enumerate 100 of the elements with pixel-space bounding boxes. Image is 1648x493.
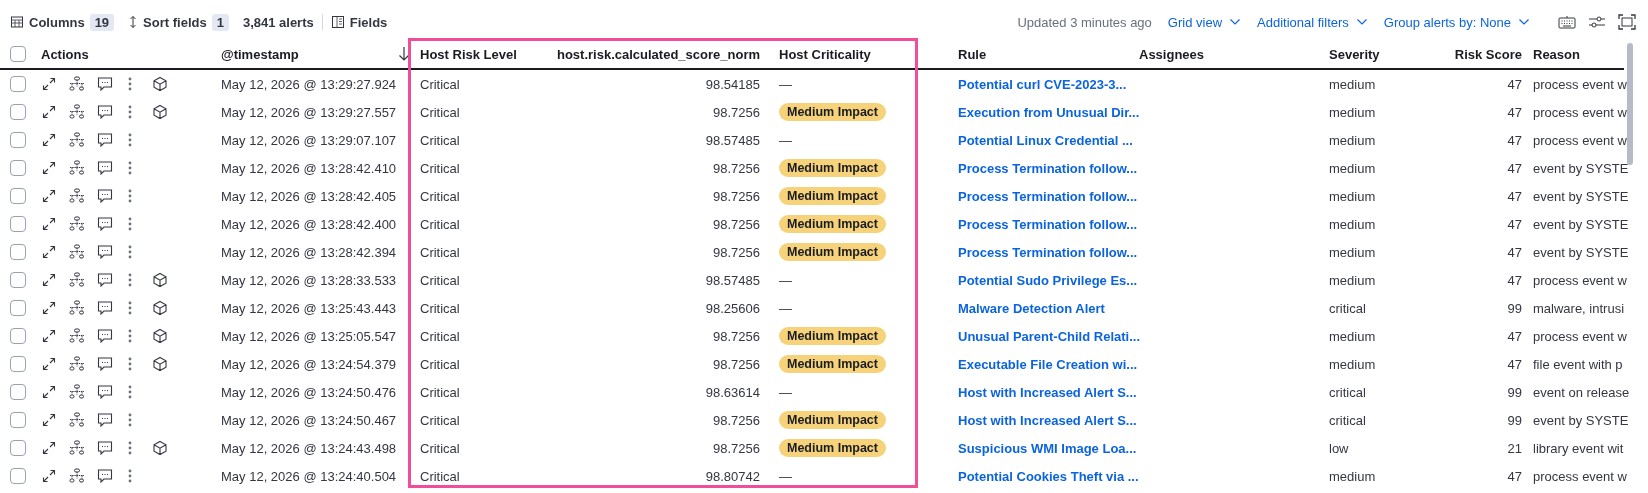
hierarchy-icon[interactable] [68, 132, 86, 148]
comment-icon[interactable] [97, 328, 113, 344]
row-checkbox[interactable] [10, 412, 26, 428]
hierarchy-icon[interactable] [68, 412, 86, 428]
hierarchy-icon[interactable] [68, 468, 86, 484]
expand-icon[interactable] [41, 356, 57, 372]
sliders-icon[interactable] [1588, 15, 1606, 29]
sort-descending-icon[interactable] [398, 46, 410, 62]
comment-icon[interactable] [97, 468, 113, 484]
rule-link[interactable]: Process Termination follow... [958, 216, 1138, 232]
expand-icon[interactable] [41, 188, 57, 204]
menu-button[interactable]: Grid view [1167, 14, 1242, 30]
more-icon[interactable] [127, 328, 133, 344]
fields-button[interactable]: Fields [330, 14, 388, 30]
expand-icon[interactable] [41, 440, 57, 456]
comment-icon[interactable] [97, 160, 113, 176]
hierarchy-icon[interactable] [68, 384, 86, 400]
row-checkbox[interactable] [10, 216, 26, 232]
column-header[interactable]: Host Criticality [779, 46, 871, 62]
column-header[interactable]: Actions [41, 46, 89, 62]
sort-fields-button[interactable]: Sort fields 1 [128, 13, 229, 31]
comment-icon[interactable] [97, 188, 113, 204]
cube-icon[interactable] [152, 440, 168, 456]
hierarchy-icon[interactable] [68, 328, 86, 344]
hierarchy-icon[interactable] [68, 272, 86, 288]
more-icon[interactable] [127, 160, 133, 176]
column-header[interactable]: host.risk.calculated_score_norm [556, 46, 760, 62]
more-icon[interactable] [127, 244, 133, 260]
comment-icon[interactable] [97, 104, 113, 120]
column-header[interactable]: Reason [1533, 46, 1580, 62]
more-icon[interactable] [127, 216, 133, 232]
row-checkbox[interactable] [10, 300, 26, 316]
more-icon[interactable] [127, 76, 133, 92]
row-checkbox[interactable] [10, 244, 26, 260]
rule-link[interactable]: Potential Linux Credential ... [958, 132, 1133, 148]
row-checkbox[interactable] [10, 468, 26, 484]
more-icon[interactable] [127, 272, 133, 288]
row-checkbox[interactable] [10, 188, 26, 204]
rule-link[interactable]: Suspicious WMI Image Loa... [958, 440, 1137, 456]
more-icon[interactable] [127, 104, 133, 120]
comment-icon[interactable] [97, 132, 113, 148]
expand-icon[interactable] [41, 104, 57, 120]
row-checkbox[interactable] [10, 328, 26, 344]
hierarchy-icon[interactable] [68, 300, 86, 316]
rule-link[interactable]: Process Termination follow... [958, 244, 1138, 260]
more-icon[interactable] [127, 468, 133, 484]
rule-link[interactable]: Potential Sudo Privilege Es... [958, 272, 1138, 288]
expand-icon[interactable] [41, 384, 57, 400]
hierarchy-icon[interactable] [68, 76, 86, 92]
expand-icon[interactable] [41, 328, 57, 344]
row-checkbox[interactable] [10, 132, 26, 148]
more-icon[interactable] [127, 300, 133, 316]
more-icon[interactable] [127, 356, 133, 372]
hierarchy-icon[interactable] [68, 356, 86, 372]
column-header[interactable]: Severity [1329, 46, 1380, 62]
comment-icon[interactable] [97, 216, 113, 232]
expand-icon[interactable] [41, 468, 57, 484]
column-header[interactable]: Risk Score [1454, 46, 1522, 62]
hierarchy-icon[interactable] [68, 104, 86, 120]
rule-link[interactable]: Unusual Parent-Child Relati... [958, 328, 1141, 344]
comment-icon[interactable] [97, 244, 113, 260]
fullscreen-icon[interactable] [1618, 14, 1636, 30]
comment-icon[interactable] [97, 412, 113, 428]
row-checkbox[interactable] [10, 440, 26, 456]
expand-icon[interactable] [41, 132, 57, 148]
menu-button[interactable]: Additional filters [1257, 14, 1368, 30]
more-icon[interactable] [127, 384, 133, 400]
keyboard-icon[interactable] [1558, 15, 1576, 29]
row-checkbox[interactable] [10, 104, 26, 120]
rule-link[interactable]: Potential Cookies Theft via ... [958, 468, 1139, 484]
rule-link[interactable]: Execution from Unusual Dir... [958, 104, 1140, 120]
cube-icon[interactable] [152, 104, 168, 120]
hierarchy-icon[interactable] [68, 216, 86, 232]
column-header[interactable]: Assignees [1139, 46, 1205, 62]
rule-link[interactable]: Executable File Creation wi... [958, 356, 1138, 372]
expand-icon[interactable] [41, 244, 57, 260]
cube-icon[interactable] [152, 328, 168, 344]
cube-icon[interactable] [152, 76, 168, 92]
scrollbar-thumb[interactable] [1627, 43, 1633, 165]
column-header[interactable]: @timestamp [221, 46, 299, 62]
rule-link[interactable]: Process Termination follow... [958, 188, 1138, 204]
rule-link[interactable]: Process Termination follow... [958, 160, 1138, 176]
comment-icon[interactable] [97, 356, 113, 372]
comment-icon[interactable] [97, 300, 113, 316]
hierarchy-icon[interactable] [68, 440, 86, 456]
hierarchy-icon[interactable] [68, 188, 86, 204]
cube-icon[interactable] [152, 272, 168, 288]
row-checkbox[interactable] [10, 272, 26, 288]
row-checkbox[interactable] [10, 356, 26, 372]
expand-icon[interactable] [41, 300, 57, 316]
more-icon[interactable] [127, 440, 133, 456]
more-icon[interactable] [127, 188, 133, 204]
comment-icon[interactable] [97, 440, 113, 456]
cube-icon[interactable] [152, 300, 168, 316]
more-icon[interactable] [127, 412, 133, 428]
comment-icon[interactable] [97, 76, 113, 92]
row-checkbox[interactable] [10, 160, 26, 176]
column-header[interactable]: Rule [958, 46, 987, 62]
row-checkbox[interactable] [10, 384, 26, 400]
expand-icon[interactable] [41, 216, 57, 232]
